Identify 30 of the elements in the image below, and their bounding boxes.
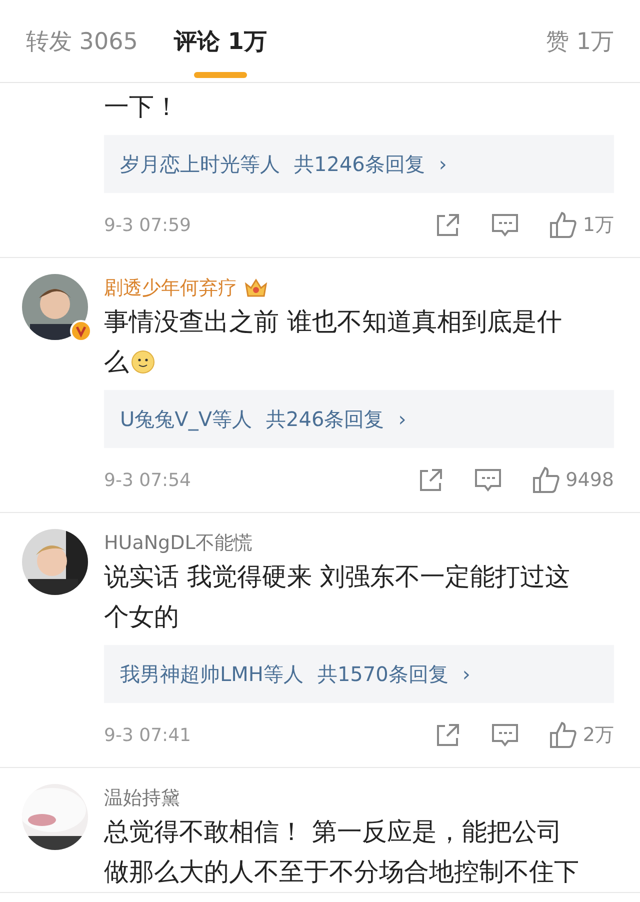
tab[interactable]: 转发 3065 (26, 0, 138, 82)
comment-text: 一下！ (104, 91, 180, 123)
timestamp: 9-3 07:41 (104, 724, 192, 746)
comment-text: 说实话 我觉得硬来 刘强东不一定能打过这 个女的 (104, 561, 571, 633)
replies-link[interactable]: 岁月恋上时光等人 共1246条回复 › (104, 135, 614, 193)
share-icon (434, 212, 461, 238)
comment-text: 事情没查出之前 谁也不知道真相到底是什 么 (104, 306, 563, 378)
thumbs-up-icon (548, 721, 577, 749)
tab[interactable]: 评论 1万 (174, 0, 267, 82)
like-button[interactable]: 1万 (518, 211, 614, 239)
timestamp: 9-3 07:59 (104, 214, 192, 236)
timestamp: 9-3 07:54 (104, 470, 192, 490)
replies-link[interactable]: 我男神超帅LMH等人 共1570条回复 › (104, 645, 614, 703)
thumbs-up-icon (548, 211, 577, 239)
like-button[interactable]: 9498 (502, 466, 614, 494)
crown-icon (243, 276, 269, 300)
comment-icon (490, 722, 519, 748)
username[interactable]: 剧透少年何弃疗 (104, 275, 237, 301)
replies-link[interactable]: U兔兔V_V等人 共246条回复 › (104, 390, 614, 448)
username[interactable]: HUaNgDL不能慌 (104, 530, 252, 556)
tab[interactable]: 赞 1万 (546, 26, 614, 56)
comment-icon (474, 467, 502, 493)
share-icon (418, 467, 444, 493)
like-button[interactable]: 2万 (518, 721, 614, 749)
comment-text: 总觉得不敢相信！ 第一反应是，能把公司 做那么大的人不至于不分场合地控制不住下 (104, 816, 580, 888)
tab-indicator (194, 72, 247, 78)
comment-icon (490, 212, 519, 238)
username[interactable]: 温始持黛 (104, 785, 180, 811)
thumbs-up-icon (532, 466, 560, 494)
share-icon (434, 722, 461, 748)
